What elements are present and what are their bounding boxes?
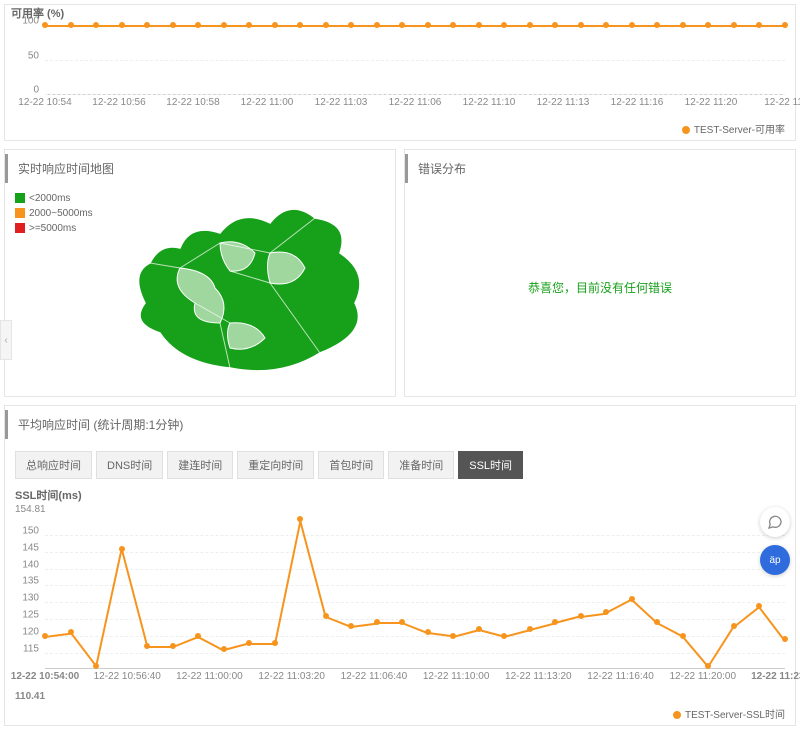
data-point[interactable]	[654, 22, 660, 28]
data-point[interactable]	[221, 22, 227, 28]
tab-6[interactable]: SSL时间	[458, 451, 523, 479]
data-point[interactable]	[782, 636, 788, 642]
error-distribution-panel: 错误分布 恭喜您，目前没有任何错误	[404, 149, 796, 397]
data-point[interactable]	[93, 663, 99, 669]
availability-title: 可用率 (%)	[5, 5, 795, 21]
data-point[interactable]	[144, 643, 150, 649]
availability-legend: TEST-Server-可用率	[5, 117, 795, 140]
metric-tabs: 总响应时间DNS时间建连时间重定向时间首包时间准备时间SSL时间	[5, 443, 795, 487]
data-point[interactable]	[680, 22, 686, 28]
data-point[interactable]	[399, 619, 405, 625]
collapse-sidebar-button[interactable]: ‹	[0, 320, 12, 360]
data-point[interactable]	[323, 22, 329, 28]
data-point[interactable]	[119, 22, 125, 28]
data-point[interactable]	[476, 626, 482, 632]
data-point[interactable]	[93, 22, 99, 28]
data-point[interactable]	[42, 633, 48, 639]
response-map-panel: 实时响应时间地图 <2000ms 2000~5000ms >=5000ms	[4, 149, 396, 397]
ssl-ymin-label: 110.41	[5, 691, 795, 702]
data-point[interactable]	[119, 546, 125, 552]
data-point[interactable]	[425, 22, 431, 28]
ssl-chart[interactable]: 115120125130135140145150 12-22 10:54:001…	[5, 515, 795, 691]
data-point[interactable]	[629, 596, 635, 602]
data-point[interactable]	[654, 619, 660, 625]
data-point[interactable]	[731, 22, 737, 28]
data-point[interactable]	[705, 22, 711, 28]
data-point[interactable]	[399, 22, 405, 28]
data-point[interactable]	[374, 22, 380, 28]
data-point[interactable]	[297, 516, 303, 522]
data-point[interactable]	[297, 22, 303, 28]
data-point[interactable]	[501, 22, 507, 28]
data-point[interactable]	[348, 623, 354, 629]
tab-4[interactable]: 首包时间	[318, 451, 384, 479]
data-point[interactable]	[195, 22, 201, 28]
data-point[interactable]	[68, 629, 74, 635]
tab-2[interactable]: 建连时间	[167, 451, 233, 479]
availability-panel: 可用率 (%) 050100 12-22 10:5412-22 10:5612-…	[4, 4, 796, 141]
data-point[interactable]	[425, 629, 431, 635]
data-point[interactable]	[323, 613, 329, 619]
data-point[interactable]	[195, 633, 201, 639]
data-point[interactable]	[374, 619, 380, 625]
data-point[interactable]	[272, 22, 278, 28]
data-point[interactable]	[246, 640, 252, 646]
assistant-button[interactable]: äp	[760, 545, 790, 575]
data-point[interactable]	[170, 643, 176, 649]
data-point[interactable]	[705, 663, 711, 669]
chat-icon[interactable]	[760, 507, 790, 537]
data-point[interactable]	[782, 22, 788, 28]
availability-chart[interactable]: 050100 12-22 10:5412-22 10:5612-22 10:58…	[5, 21, 795, 117]
tab-3[interactable]: 重定向时间	[237, 451, 314, 479]
data-point[interactable]	[221, 646, 227, 652]
data-point[interactable]	[552, 619, 558, 625]
avg-title: 平均响应时间 (统计周期:1分钟)	[5, 410, 795, 439]
china-map[interactable]	[115, 193, 385, 386]
tab-0[interactable]: 总响应时间	[15, 451, 92, 479]
avg-response-panel: 平均响应时间 (统计周期:1分钟) 总响应时间DNS时间建连时间重定向时间首包时…	[4, 405, 796, 726]
data-point[interactable]	[629, 22, 635, 28]
data-point[interactable]	[578, 22, 584, 28]
errors-empty-message: 恭喜您，目前没有任何错误	[405, 187, 795, 387]
data-point[interactable]	[731, 623, 737, 629]
data-point[interactable]	[348, 22, 354, 28]
data-point[interactable]	[552, 22, 558, 28]
data-point[interactable]	[501, 633, 507, 639]
data-point[interactable]	[450, 22, 456, 28]
data-point[interactable]	[246, 22, 252, 28]
data-point[interactable]	[680, 633, 686, 639]
data-point[interactable]	[170, 22, 176, 28]
data-point[interactable]	[476, 22, 482, 28]
data-point[interactable]	[756, 22, 762, 28]
data-point[interactable]	[450, 633, 456, 639]
data-point[interactable]	[42, 22, 48, 28]
data-point[interactable]	[603, 22, 609, 28]
data-point[interactable]	[527, 22, 533, 28]
data-point[interactable]	[603, 609, 609, 615]
data-point[interactable]	[144, 22, 150, 28]
data-point[interactable]	[527, 626, 533, 632]
map-title: 实时响应时间地图	[5, 154, 395, 183]
data-point[interactable]	[756, 603, 762, 609]
ssl-legend: TEST-Server-SSL时间	[5, 702, 795, 725]
data-point[interactable]	[272, 640, 278, 646]
ssl-title: SSL时间(ms) 154.81	[5, 487, 795, 515]
map-legend: <2000ms 2000~5000ms >=5000ms	[15, 193, 115, 386]
data-point[interactable]	[578, 613, 584, 619]
data-point[interactable]	[68, 22, 74, 28]
errors-title: 错误分布	[405, 154, 795, 183]
tab-5[interactable]: 准备时间	[388, 451, 454, 479]
tab-1[interactable]: DNS时间	[96, 451, 163, 479]
